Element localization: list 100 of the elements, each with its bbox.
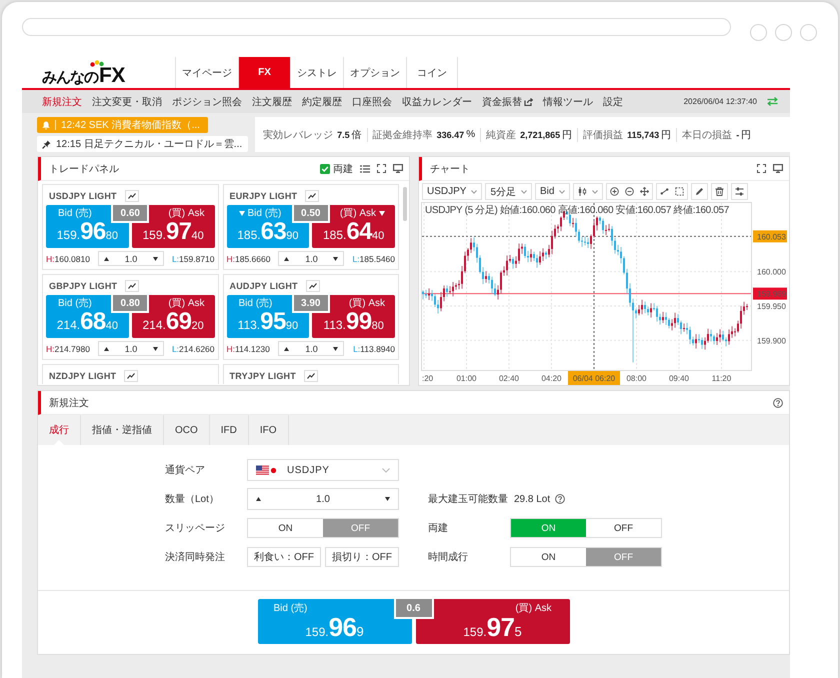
chart-select[interactable]: USDJPY [422, 183, 482, 200]
pair-name: GBPJPY LIGHT [49, 281, 118, 291]
nav-tab[interactable]: コイン [406, 57, 458, 88]
list-icon[interactable] [360, 164, 370, 172]
spread-value: 0.80 [111, 295, 150, 313]
down-triangle-icon[interactable] [385, 497, 390, 501]
axis-label: 08:00 [626, 374, 647, 383]
menu-link[interactable]: 設定 [603, 94, 623, 108]
axis-label: 11:20 [712, 374, 732, 383]
pair-name: USDJPY LIGHT [49, 191, 117, 201]
stat-unit: 円 [741, 128, 752, 142]
chart-button[interactable] [304, 370, 318, 382]
spread-value: 0.50 [292, 205, 330, 223]
stat-value: 336.47 [436, 130, 464, 140]
chevron-down-icon [521, 190, 528, 194]
address-field[interactable] [22, 18, 731, 36]
menu-link[interactable]: ポジション照会 [172, 94, 242, 108]
menu-link[interactable]: 注文履歴 [252, 94, 292, 108]
lot-stepper[interactable]: 1.0 [278, 341, 344, 356]
select-area-icon [675, 187, 684, 196]
help-icon[interactable] [773, 398, 783, 408]
stat-unit: 円 [661, 128, 672, 142]
low-price: L:113.8940 [353, 344, 395, 354]
low-price: L:185.5460 [352, 254, 395, 264]
down-triangle-icon[interactable] [152, 256, 158, 260]
up-triangle-icon[interactable] [104, 256, 109, 260]
stat-label: 評価損益 [583, 128, 624, 142]
down-triangle-icon [379, 211, 385, 216]
chart-button[interactable] [124, 370, 138, 382]
trend-line-icon [308, 193, 316, 199]
up-triangle-icon[interactable] [284, 346, 290, 350]
lot-stepper[interactable]: 1.0 [247, 488, 399, 510]
date-time: 2026/06/04 12:37:40 [684, 97, 757, 106]
stat-value: 115,743 [627, 130, 660, 140]
fullscreen-icon[interactable] [377, 164, 386, 173]
currency-select[interactable]: USDJPY [247, 459, 399, 481]
field-label: 最大建玉可能数量 [428, 492, 508, 506]
menu-link[interactable]: 資金振替 [482, 94, 533, 108]
menu-link[interactable]: 新規注文 [42, 94, 82, 108]
axis-label: 160.000 [757, 268, 786, 277]
stat-label: 純資産 [486, 128, 516, 142]
pair-name: EURJPY LIGHT [230, 191, 298, 201]
menu-link[interactable]: 注文変更・取消 [92, 94, 162, 108]
menu-link[interactable]: 口座照会 [352, 94, 392, 108]
axis-label: 01:00 [456, 374, 477, 383]
trash-icon [715, 187, 724, 196]
down-triangle-icon[interactable] [152, 346, 158, 350]
news-ticker[interactable]: 12:15 日足テクニカル・ユーロドル＝雲... [37, 136, 248, 152]
chevron-down-icon [592, 190, 598, 194]
field-label: 時間成行 [428, 550, 469, 564]
down-triangle-icon[interactable] [333, 256, 338, 260]
spread-value: 0.6 [394, 599, 434, 619]
lot-stepper[interactable]: 1.0 [98, 341, 164, 356]
up-triangle-icon[interactable] [284, 256, 290, 260]
trend-line-icon [127, 373, 136, 379]
stat-value: 7.5 [337, 130, 350, 140]
down-triangle-icon [238, 211, 244, 216]
order-option-button[interactable]: 損切り：OFF [325, 547, 399, 567]
line-tool-icon [660, 187, 670, 196]
menu-link[interactable]: 収益カレンダー [402, 94, 472, 108]
monitor-icon[interactable] [393, 164, 403, 173]
up-triangle-icon[interactable] [104, 346, 109, 350]
help-icon[interactable] [555, 494, 566, 504]
trend-line-icon [308, 283, 317, 289]
stat-value: 2,721,865 [520, 130, 560, 140]
down-triangle-icon[interactable] [333, 346, 338, 350]
logo[interactable]: みんなのFX [42, 60, 125, 86]
chart-select[interactable]: 5分足 [485, 183, 532, 200]
pencil-icon [695, 187, 704, 196]
axis-label: 02:40 [498, 374, 520, 383]
menu-link[interactable]: 約定履歴 [302, 94, 342, 108]
zoom-in-icon [610, 187, 620, 196]
sliders-icon [735, 187, 744, 196]
chart-select[interactable]: Bid [535, 183, 570, 200]
spread-value: 3.90 [292, 295, 330, 313]
scrollbar-thumb[interactable] [403, 187, 407, 221]
menu-link[interactable]: 情報ツール [543, 94, 593, 108]
chart-type-select[interactable] [573, 183, 604, 200]
order-option-button[interactable]: 利食い：OFF [247, 547, 321, 567]
up-triangle-icon[interactable] [256, 497, 261, 501]
bell-icon [42, 120, 50, 130]
monitor-icon[interactable] [773, 164, 783, 173]
chevron-down-icon [559, 190, 566, 194]
checkbox[interactable] [320, 164, 330, 174]
stat-unit: % [466, 129, 476, 140]
high-price: H:114.1230 [226, 344, 270, 354]
nav-tab[interactable]: FX [238, 57, 290, 88]
chart-button[interactable] [124, 190, 139, 202]
move-icon [640, 187, 650, 196]
stat-unit: 倍 [352, 128, 362, 142]
chart-button[interactable] [305, 190, 320, 202]
flag-pair-icon [256, 464, 278, 476]
chart-button[interactable] [306, 280, 320, 292]
external-link-icon [524, 98, 533, 106]
axis-label: 09:40 [668, 374, 690, 383]
chart-button[interactable] [125, 280, 140, 292]
lot-stepper[interactable]: 1.0 [98, 251, 164, 266]
low-price: L:159.8710 [172, 254, 214, 264]
lot-stepper[interactable]: 1.0 [278, 251, 344, 266]
fullscreen-icon[interactable] [757, 164, 766, 173]
